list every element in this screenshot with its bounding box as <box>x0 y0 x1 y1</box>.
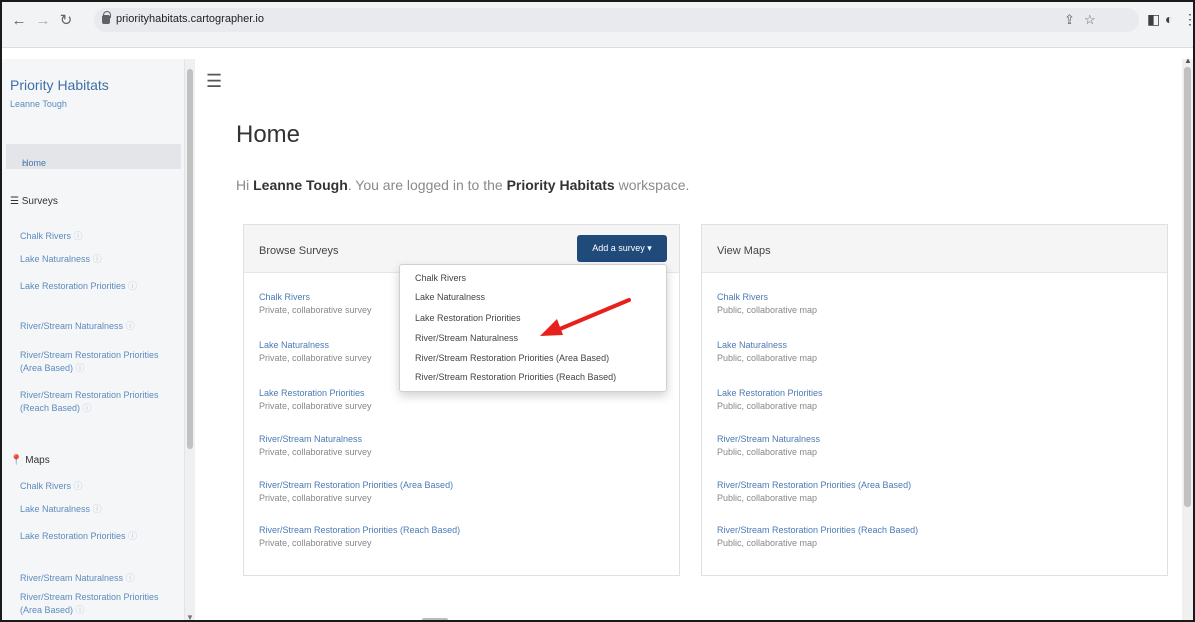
annotation-arrow-icon <box>540 298 631 336</box>
page-scroll-thumb[interactable] <box>1184 67 1191 507</box>
horizontal-scroll-thumb[interactable] <box>422 618 448 620</box>
screenshot-frame: ← → ↻ priorityhabitats.cartographer.io ⇪… <box>0 0 1195 622</box>
scroll-up-icon[interactable]: ▲ <box>1184 56 1192 65</box>
page-scrollbar[interactable]: ▲ <box>1182 56 1193 620</box>
